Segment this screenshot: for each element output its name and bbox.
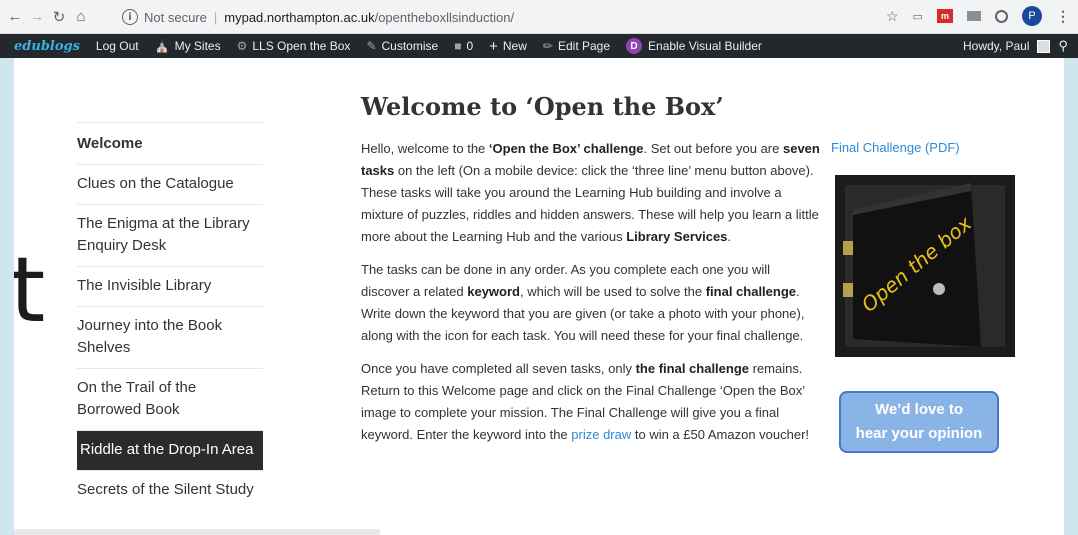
back-arrow-icon[interactable]: ← — [4, 6, 26, 28]
main-article: Welcome to ‘Open the Box’ Hello, welcome… — [361, 92, 821, 457]
bold-text: Library Services — [626, 229, 728, 244]
tasks-paragraph: The tasks can be done in any order. As y… — [361, 259, 821, 347]
log-out-label: Log Out — [95, 39, 139, 53]
final-paragraph: Once you have completed all seven tasks,… — [361, 358, 821, 446]
page-content: t Welcome Clues on the Catalogue The Eni… — [14, 58, 1064, 535]
bold-text: keyword — [467, 284, 520, 299]
horizontal-scrollbar[interactable] — [14, 529, 380, 535]
comment-icon: ■ — [454, 39, 462, 53]
comment-count: 0 — [466, 39, 474, 53]
feedback-button[interactable]: We’d love to hear your opinion — [839, 391, 999, 453]
customise-label: Customise — [381, 39, 439, 53]
text: Hello, welcome to the — [361, 141, 489, 156]
extension-gray-icon[interactable] — [967, 11, 981, 21]
new-label: New — [502, 39, 527, 53]
user-avatar[interactable] — [1037, 39, 1051, 53]
text: Once you have completed all seven tasks,… — [361, 361, 636, 376]
task-sidebar: Welcome Clues on the Catalogue The Enigm… — [77, 122, 263, 510]
edit-page-link[interactable]: ✏ Edit Page — [543, 39, 610, 53]
sidebar-item-trail-borrowed-book[interactable]: On the Trail of the Borrowed Book — [77, 368, 263, 430]
feedback-line-2: hear your opinion — [855, 425, 983, 442]
sidebar-item-enigma-enquiry-desk[interactable]: The Enigma at the Library Enquiry Desk — [77, 204, 263, 266]
sidebar-item-invisible-library[interactable]: The Invisible Library — [77, 266, 263, 306]
address-bar[interactable]: i Not secure | mypad.northampton.ac.uk/o… — [112, 5, 902, 29]
customise-link[interactable]: ✎ Customise — [366, 39, 438, 53]
bold-text: the final challenge — [635, 361, 750, 376]
info-icon[interactable]: i — [122, 9, 138, 25]
cast-icon[interactable]: ▭ — [913, 10, 923, 23]
url-path: /opentheboxllsinduction/ — [374, 9, 515, 25]
dashboard-icon: ⚙ — [236, 39, 248, 53]
extension-red-icon[interactable]: m — [937, 9, 953, 23]
edit-page-label: Edit Page — [557, 39, 611, 53]
sidebar-item-journey-book-shelves[interactable]: Journey into the Book Shelves — [77, 306, 263, 368]
bold-text: ‘Open the Box’ challenge — [488, 141, 644, 156]
bookmark-star-icon[interactable]: ☆ — [886, 8, 899, 25]
comments-link[interactable]: ■ 0 — [454, 39, 473, 53]
site-name-link[interactable]: ⚙ LLS Open the Box — [237, 39, 351, 53]
prize-draw-link[interactable]: prize draw — [571, 427, 631, 442]
text: to win a £50 Amazon voucher! — [631, 427, 810, 442]
edublogs-logo[interactable]: edublogs — [14, 39, 80, 54]
reload-icon[interactable]: ↻ — [48, 6, 70, 28]
final-challenge-pdf-link[interactable]: Final Challenge (PDF) — [831, 140, 1021, 155]
site-name-label: LLS Open the Box — [252, 39, 351, 53]
my-sites-label: My Sites — [174, 39, 221, 53]
howdy-user[interactable]: Howdy, Paul — [963, 39, 1029, 53]
bold-text: final challenge — [705, 284, 797, 299]
right-column: Final Challenge (PDF) Open the box We’d … — [831, 140, 1021, 453]
page-title: Welcome to ‘Open the Box’ — [361, 92, 724, 121]
open-the-box-image[interactable]: Open the box — [831, 171, 1017, 361]
text: . — [727, 229, 732, 244]
visual-builder-label: Enable Visual Builder — [648, 39, 762, 53]
kebab-menu-icon[interactable]: ⋮ — [1056, 8, 1070, 25]
not-secure-label: Not secure — [144, 9, 207, 25]
sidebar-item-clues-catalogue[interactable]: Clues on the Catalogue — [77, 164, 263, 204]
profile-avatar[interactable]: P — [1022, 6, 1042, 26]
background-glyph: t — [14, 238, 46, 343]
forward-arrow-icon[interactable]: → — [26, 6, 48, 28]
pencil-icon: ✏ — [542, 39, 553, 53]
browser-extensions: ☆ ▭ m P ⋮ — [886, 6, 1070, 26]
browser-toolbar: ← → ↻ ⌂ i Not secure | mypad.northampton… — [0, 0, 1078, 34]
feedback-line-1: We’d love to — [874, 401, 964, 418]
extension-ring-icon[interactable] — [995, 9, 1008, 23]
sidebar-item-welcome[interactable]: Welcome — [77, 122, 263, 164]
text: , which will be used to solve the — [519, 284, 706, 299]
sites-icon: ⛪ — [154, 39, 170, 53]
text: . Set out before you are — [643, 141, 783, 156]
divi-icon: D — [626, 38, 643, 54]
sidebar-item-riddle-drop-in[interactable]: Riddle at the Drop-In Area — [77, 430, 263, 470]
visual-builder-link[interactable]: D Enable Visual Builder — [626, 38, 762, 54]
url-host: mypad.northampton.ac.uk — [224, 9, 375, 25]
admin-bar: edublogs Log Out ⛪ My Sites ⚙ LLS Open the… — [0, 34, 1078, 58]
brush-icon: ✎ — [366, 39, 377, 53]
sidebar-item-secrets-silent-study[interactable]: Secrets of the Silent Study — [77, 470, 263, 510]
search-icon[interactable]: ⚲ — [1058, 38, 1068, 54]
log-out-link[interactable]: Log Out — [96, 39, 139, 53]
intro-paragraph: Hello, welcome to the ‘Open the Box’ cha… — [361, 138, 821, 248]
home-icon[interactable]: ⌂ — [70, 6, 92, 28]
my-sites-link[interactable]: ⛪ My Sites — [155, 39, 221, 53]
plus-icon: + — [489, 37, 498, 55]
new-link[interactable]: + New — [489, 38, 527, 55]
url-separator: | — [213, 9, 218, 25]
text: on the left (On a mobile device: click t… — [361, 163, 819, 244]
